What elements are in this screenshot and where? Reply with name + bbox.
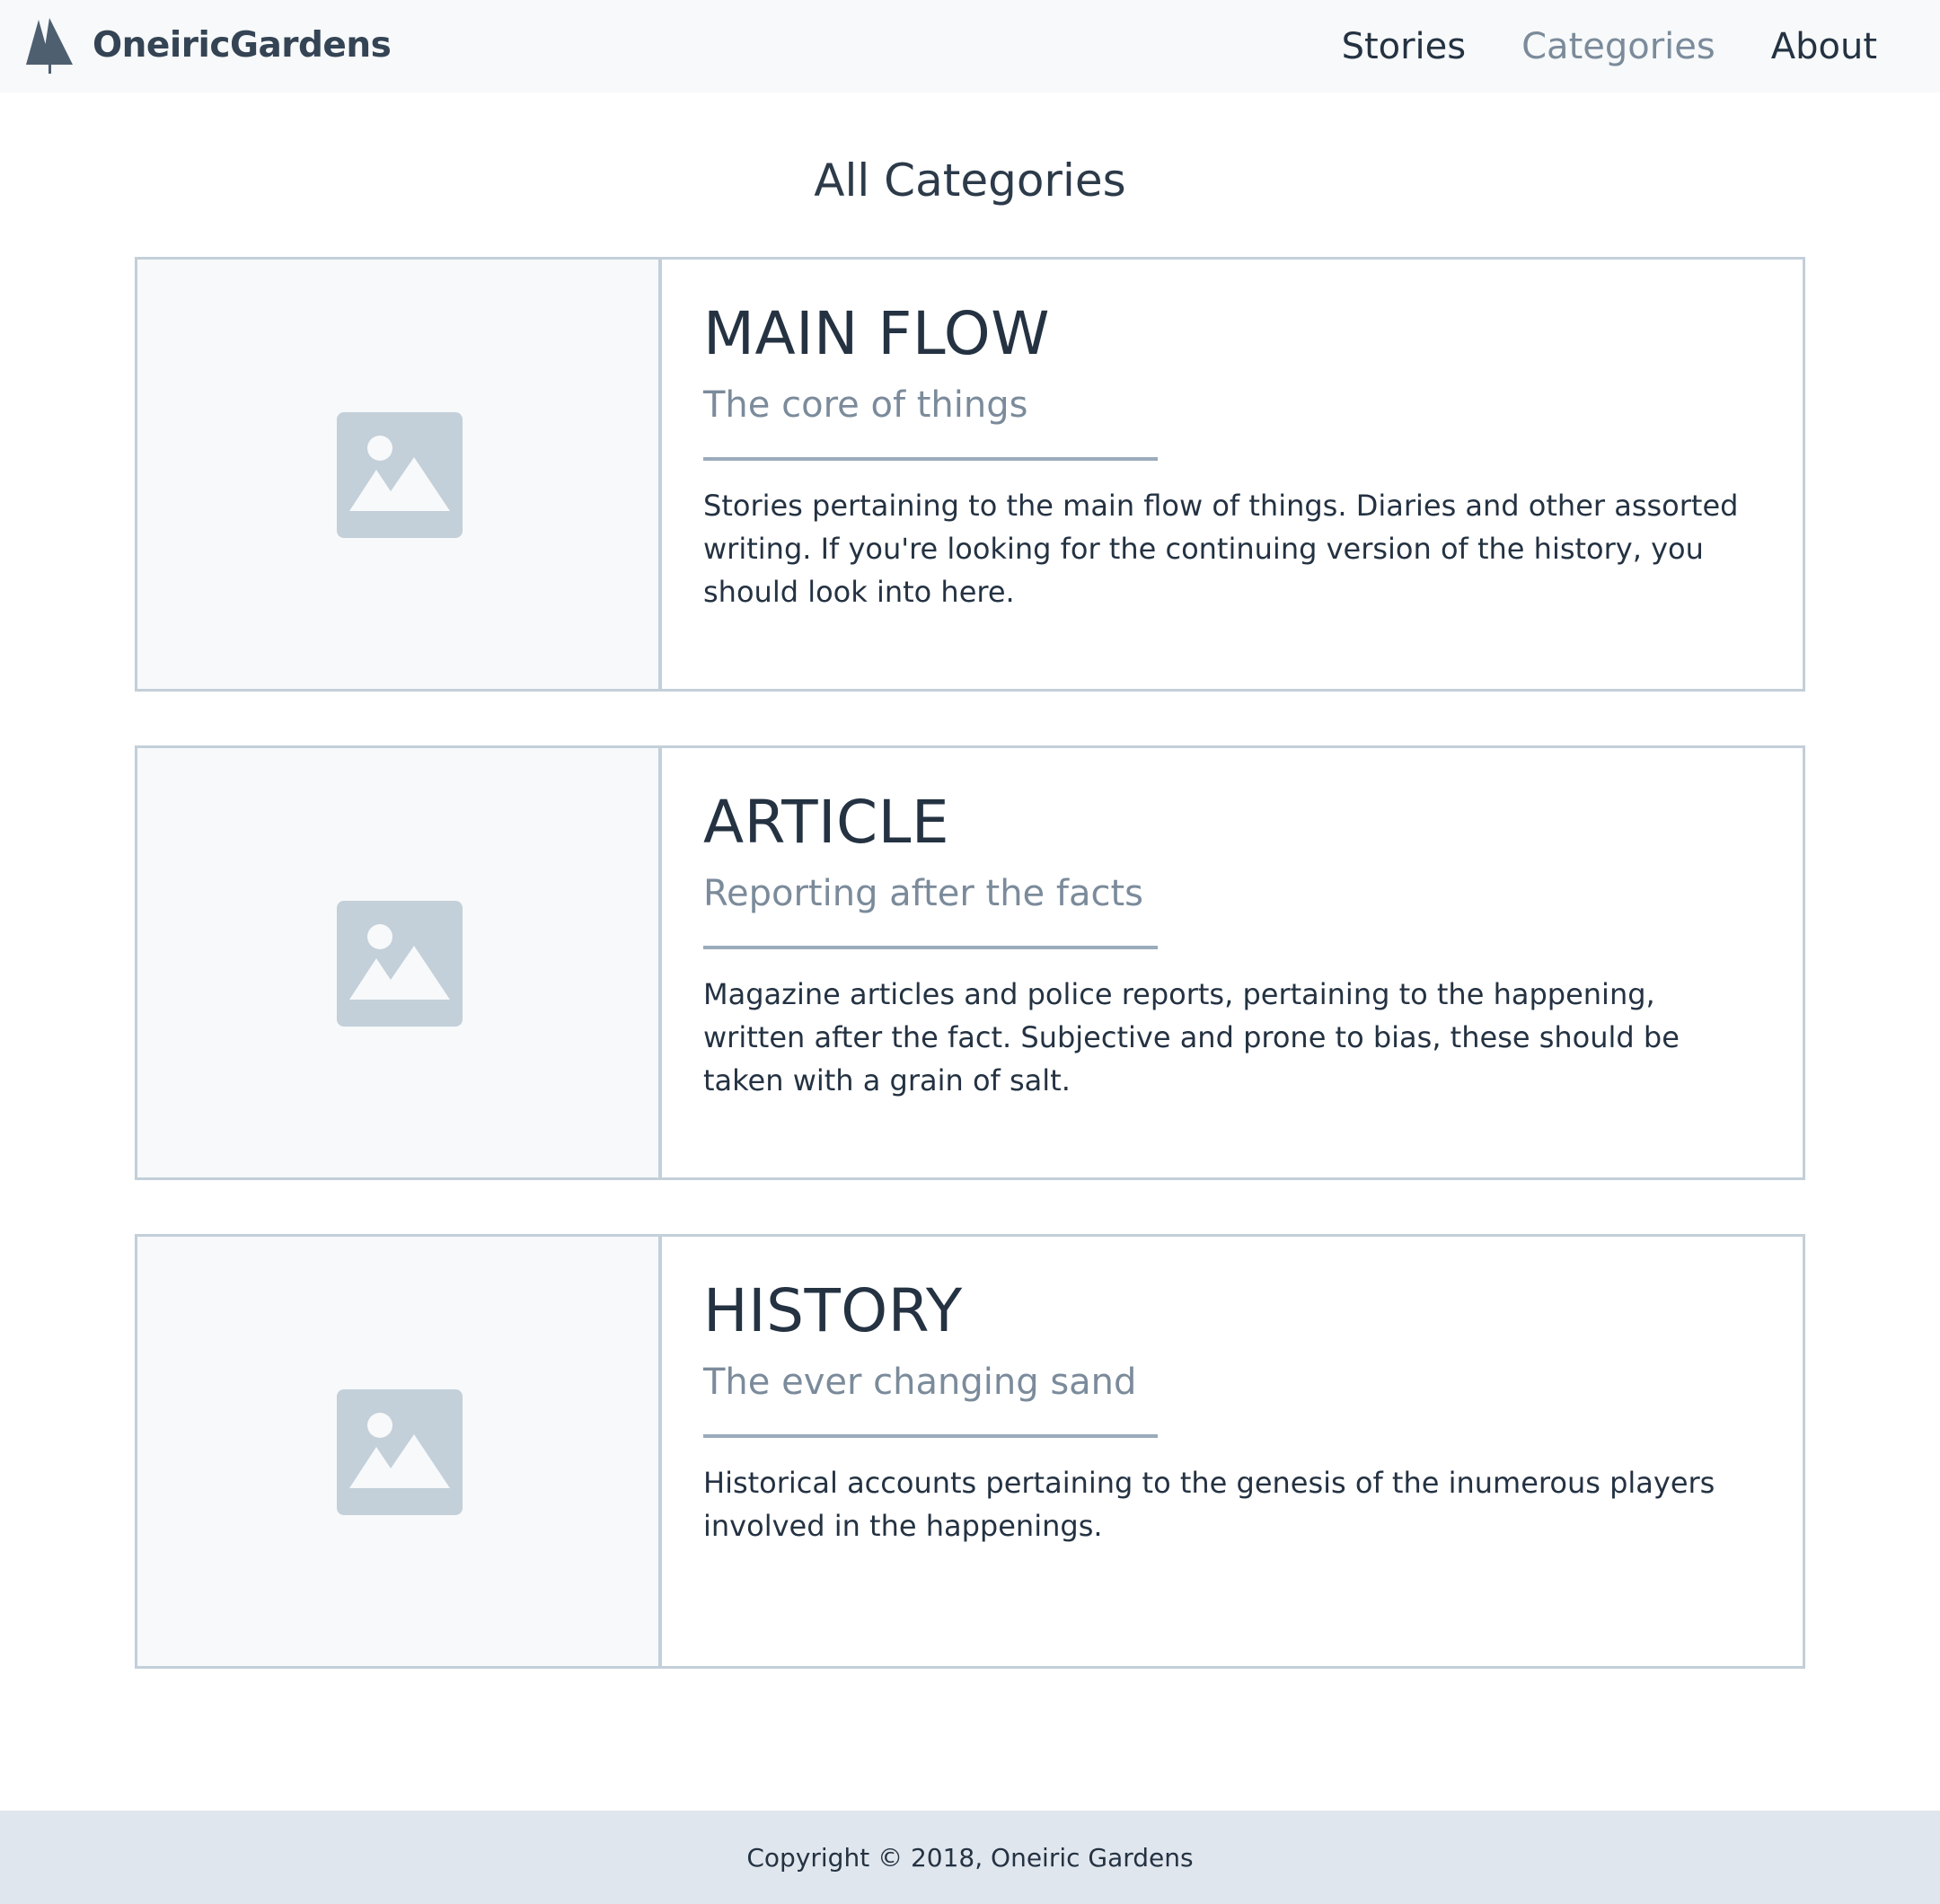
image-placeholder-icon [337, 1389, 463, 1515]
image-placeholder-icon [337, 412, 463, 538]
nav-links: Stories Categories About [1286, 22, 1877, 72]
category-list: MAIN FLOW The core of things Stories per… [135, 257, 1805, 1723]
category-title: ARTICLE [703, 788, 950, 857]
category-title: MAIN FLOW [703, 299, 1050, 368]
category-card-article[interactable]: ARTICLE Reporting after the facts Magazi… [135, 745, 1805, 1180]
category-description: Historical accounts pertaining to the ge… [703, 1466, 1715, 1543]
top-navbar: OneiricGardens Stories Categories About [0, 0, 1940, 93]
category-description: Magazine articles and police reports, pe… [703, 977, 1680, 1097]
trees-logo-icon [26, 18, 73, 74]
category-subtitle: Reporting after the facts [703, 873, 1143, 914]
category-divider [703, 946, 1158, 949]
category-image [137, 260, 662, 689]
category-image [137, 748, 662, 1177]
nav-link-about[interactable]: About [1771, 26, 1877, 67]
category-divider [703, 1434, 1158, 1438]
footer-copyright: Copyright © 2018, Oneiric Gardens [746, 1842, 1194, 1873]
image-placeholder-icon [337, 901, 463, 1027]
category-title: HISTORY [703, 1276, 963, 1345]
category-image [137, 1237, 662, 1666]
category-subtitle: The ever changing sand [703, 1362, 1137, 1403]
page-title: All Categories [814, 154, 1126, 207]
nav-link-stories[interactable]: Stories [1342, 26, 1467, 67]
nav-link-categories[interactable]: Categories [1521, 26, 1715, 67]
category-divider [703, 457, 1158, 461]
category-card-main-flow[interactable]: MAIN FLOW The core of things Stories per… [135, 257, 1805, 692]
page-footer: Copyright © 2018, Oneiric Gardens [0, 1811, 1940, 1904]
category-card-history[interactable]: HISTORY The ever changing sand Historica… [135, 1234, 1805, 1669]
category-body: ARTICLE Reporting after the facts Magazi… [662, 748, 1803, 1177]
brand-link[interactable]: OneiricGardens [22, 16, 392, 74]
category-description: Stories pertaining to the main flow of t… [703, 489, 1739, 609]
brand-name: OneiricGardens [93, 24, 392, 66]
category-body: HISTORY The ever changing sand Historica… [662, 1237, 1803, 1666]
category-body: MAIN FLOW The core of things Stories per… [662, 260, 1803, 689]
category-subtitle: The core of things [703, 384, 1028, 426]
